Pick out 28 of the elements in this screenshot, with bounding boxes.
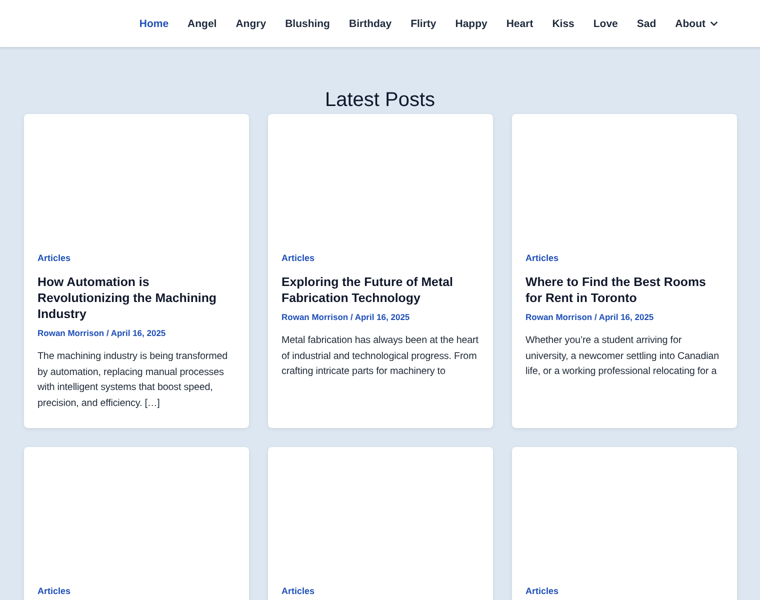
category-link[interactable]: Articles (38, 585, 71, 597)
nav-link[interactable]: Angel (178, 18, 226, 30)
category-link[interactable]: Articles (282, 585, 315, 597)
nav-link[interactable]: Angry (226, 18, 276, 30)
nav-link[interactable]: Birthday (339, 18, 402, 30)
category-link[interactable]: Articles (38, 252, 71, 264)
post-meta: Rowan Morrison / April 16, 2025 (38, 327, 166, 339)
category-link[interactable]: Articles (526, 585, 559, 597)
post-excerpt: Metal fabrication has always been at the heart of industrial and technological progress. From crafting intricate parts for machinery to (282, 334, 478, 379)
post-meta: Rowan Morrison / April 16, 2025 (526, 311, 654, 323)
nav-link[interactable]: About (666, 18, 727, 30)
post-excerpt: Whether you’re a student arriving for university, a newcomer settling into Canadian life, or a working professional relocating for a (526, 334, 720, 379)
post-excerpt: The machining industry is being transformed by automation, replacing manual processes with intelligent systems that boost speed, precision, and efficiency. […] (38, 350, 229, 410)
nav-link[interactable]: Heart (496, 18, 543, 30)
nav-link[interactable]: Love (584, 18, 628, 30)
nav-link[interactable]: Sad (627, 18, 666, 30)
section-heading: Latest Posts (324, 88, 436, 112)
nav-link[interactable]: Happy (446, 18, 497, 30)
nav-link[interactable]: Flirty (401, 18, 446, 30)
nav-link[interactable]: Home (130, 18, 178, 30)
post-title[interactable]: Where to Find the Best Rooms for Rent in Toronto (526, 274, 722, 306)
nav-link[interactable]: Blushing (276, 18, 340, 30)
post-title[interactable]: How Automation is Revolutionizing the Machining Industry (38, 274, 234, 322)
nav-link[interactable]: Kiss (542, 18, 584, 30)
post-meta: Rowan Morrison / April 16, 2025 (282, 311, 410, 323)
category-link[interactable]: Articles (282, 252, 315, 264)
post-title[interactable]: Exploring the Future of Metal Fabrication Technology (282, 274, 478, 306)
category-link[interactable]: Articles (526, 252, 559, 264)
